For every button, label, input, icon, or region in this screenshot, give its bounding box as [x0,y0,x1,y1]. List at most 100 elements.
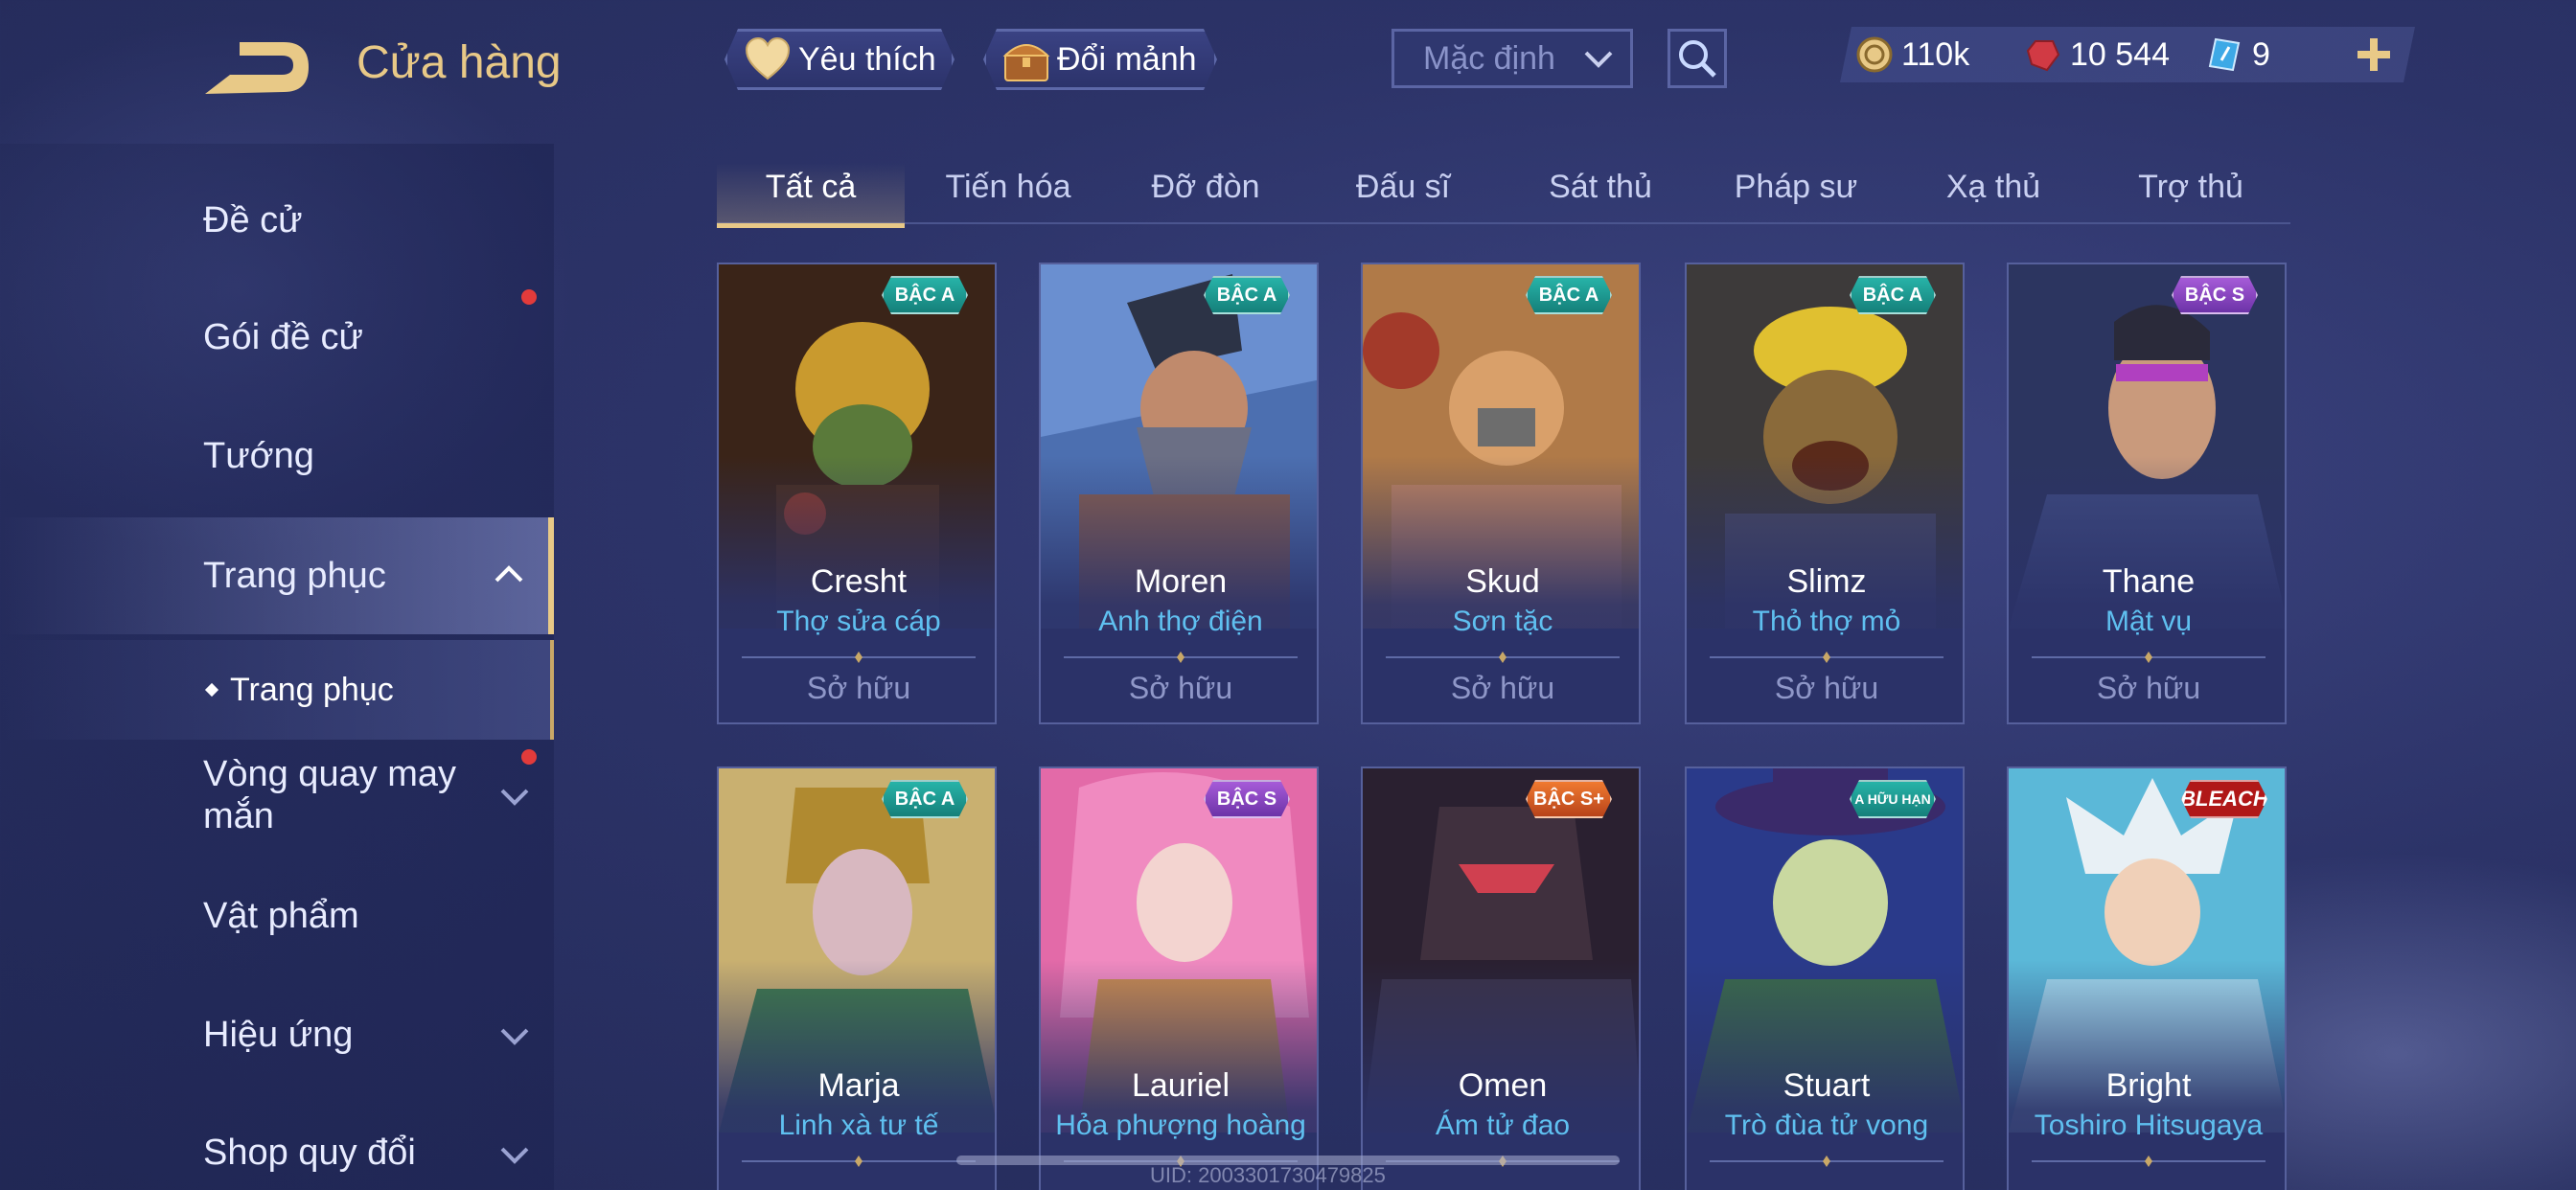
exchange-fragments-label: Đổi mảnh [1057,40,1197,78]
tier-badge: BẬC S [1204,780,1290,818]
owned-status: Sở hữu [1450,671,1555,705]
card-divider [1064,652,1298,663]
sidebar-item-bundles[interactable]: Gói đề cử [0,299,554,376]
sidebar-item-recommended[interactable]: Đề cử [0,182,554,259]
treasure-chest-icon [1000,33,1053,86]
favorites-label: Yêu thích [798,40,936,78]
hero-name: Lauriel [1131,1067,1230,1104]
skin-card[interactable]: BLEACH Bright Toshiro Hitsugaya [2007,767,2287,1190]
notification-dot [521,749,537,765]
tab-assassin[interactable]: Sát thủ [1506,163,1694,226]
skin-card[interactable]: BẬC S Thane Mật vụ Sở hữu [2007,263,2287,724]
exchange-fragments-button[interactable]: Đổi mảnh [983,29,1217,90]
chevron-down-icon [500,1147,529,1164]
hero-name: Slimz [1786,563,1867,600]
sidebar-item-label: Hiệu ứng [203,1014,354,1055]
chevron-down-icon [500,789,529,806]
tab-tank[interactable]: Đỡ đòn [1112,163,1300,226]
skin-card[interactable]: BẬC S Lauriel Hỏa phượng hoàng [1039,767,1319,1190]
sidebar-item-heroes[interactable]: Tướng [0,418,554,494]
skin-card[interactable]: BẬC A Marja Linh xà tư tế [717,767,997,1190]
sidebar-item-label: Shop quy đổi [203,1132,416,1173]
card-divider [1710,652,1944,663]
diamond-bullet-icon [204,682,219,698]
skin-name: Sơn tặc [1452,606,1553,637]
sidebar-item-effects[interactable]: Hiệu ứng [0,996,554,1073]
sidebar-item-label: Đề cử [203,199,303,240]
skin-card[interactable]: BẬC A Skud Sơn tặc Sở hữu [1361,263,1641,724]
sidebar-item-label: Vòng quay may mắn [203,754,457,836]
tab-support[interactable]: Trợ thủ [2097,163,2285,226]
add-currency-button[interactable] [2352,33,2396,77]
ruby-icon [2026,40,2060,72]
tab-evolution[interactable]: Tiến hóa [914,163,1102,226]
sidebar-item-skins[interactable]: Trang phục [0,517,554,634]
skin-name: Thỏ thợ mỏ [1752,606,1901,637]
sort-dropdown[interactable]: Mặc định [1392,29,1633,88]
sidebar-subitem-label: Trang phục [230,671,394,708]
hero-name: Cresht [810,563,908,600]
skin-card[interactable]: BẬC A Slimz Thỏ thợ mỏ Sở hữu [1685,263,1965,724]
hero-name: Bright [2105,1067,2192,1104]
tier-badge: BẬC A [1526,276,1612,314]
skin-name: Thợ sửa cáp [776,606,941,637]
chevron-down-icon [1584,51,1613,68]
voucher-icon [2208,37,2241,72]
tier-badge: BẬC A [1850,276,1936,314]
bleach-logo-badge: BLEACH [2181,780,2267,818]
gold-currency: 110k [1855,33,1969,77]
owned-status: Sở hữu [806,671,911,705]
owned-status: Sở hữu [1128,671,1233,705]
hero-name: Thane [2102,563,2196,600]
skin-card[interactable]: A HỮU HẠN Stuart Trò đùa tử vong [1685,767,1965,1190]
role-tabs: Tất cả Tiến hóa Đỡ đòn Đấu sĩ Sát thủ Ph… [717,163,2290,228]
tier-badge: BẬC S [2172,276,2258,314]
ruby-amount: 10 544 [2070,35,2170,73]
skin-name: Hỏa phượng hoàng [1055,1110,1306,1141]
skin-card[interactable]: BẬC S+ Omen Ám tử đao [1361,767,1641,1190]
search-button[interactable] [1668,29,1727,88]
sidebar-item-label: Gói đề cử [203,316,363,357]
card-divider [742,1156,976,1167]
tab-mage[interactable]: Pháp sư [1702,163,1890,226]
tier-badge: BẬC A [1204,276,1290,314]
sidebar-item-label: Tướng [203,435,314,476]
owned-status: Sở hữu [1774,671,1879,705]
heart-icon [741,33,794,86]
page-title: Cửa hàng [356,37,562,88]
chevron-down-icon [500,1028,529,1045]
hero-name: Moren [1134,563,1228,600]
tier-badge: BẬC A [882,780,968,818]
owned-status: Sở hữu [2096,671,2201,705]
scroll-handle[interactable] [956,1156,1620,1165]
tab-all[interactable]: Tất cả [717,163,905,228]
skin-card[interactable]: BẬC A Cresht Thợ sửa cáp Sở hữu [717,263,997,724]
card-divider [2032,652,2266,663]
skin-name: Linh xà tư tế [778,1110,939,1141]
tab-fighter[interactable]: Đấu sĩ [1309,163,1497,226]
tier-badge: BẬC A [882,276,968,314]
sidebar-item-exchange-shop[interactable]: Shop quy đổi [0,1115,554,1190]
card-divider [2032,1156,2266,1167]
tab-marksman[interactable]: Xạ thủ [1899,163,2087,226]
skin-name: Toshiro Hitsugaya [2034,1110,2264,1141]
skin-name: Trò đùa tử vong [1724,1110,1929,1141]
sidebar-item-label: Vật phẩm [203,895,359,936]
favorites-button[interactable]: Yêu thích [724,29,954,90]
card-divider [742,652,976,663]
voucher-currency: 9 [2206,33,2270,77]
sidebar-item-items[interactable]: Vật phẩm [0,878,554,954]
user-id: UID: 2003301730479825 [1150,1163,1386,1187]
sidebar-item-lucky-wheel[interactable]: Vòng quay may mắn [0,747,554,843]
skin-card[interactable]: BẬC A Moren Anh thợ điện Sở hữu [1039,263,1319,724]
skin-name: Mật vụ [2104,606,2193,637]
search-icon [1679,40,1716,78]
card-divider [1710,1156,1944,1167]
sidebar-subitem-skins[interactable]: Trang phục [0,640,554,740]
tier-badge: A HỮU HẠN [1850,780,1936,818]
skin-name: Ám tử đao [1435,1110,1571,1141]
chevron-up-icon [494,565,523,583]
tier-badge: BẬC S+ [1526,780,1612,818]
back-arrow-icon[interactable] [201,36,311,98]
hero-name: Stuart [1782,1067,1871,1104]
